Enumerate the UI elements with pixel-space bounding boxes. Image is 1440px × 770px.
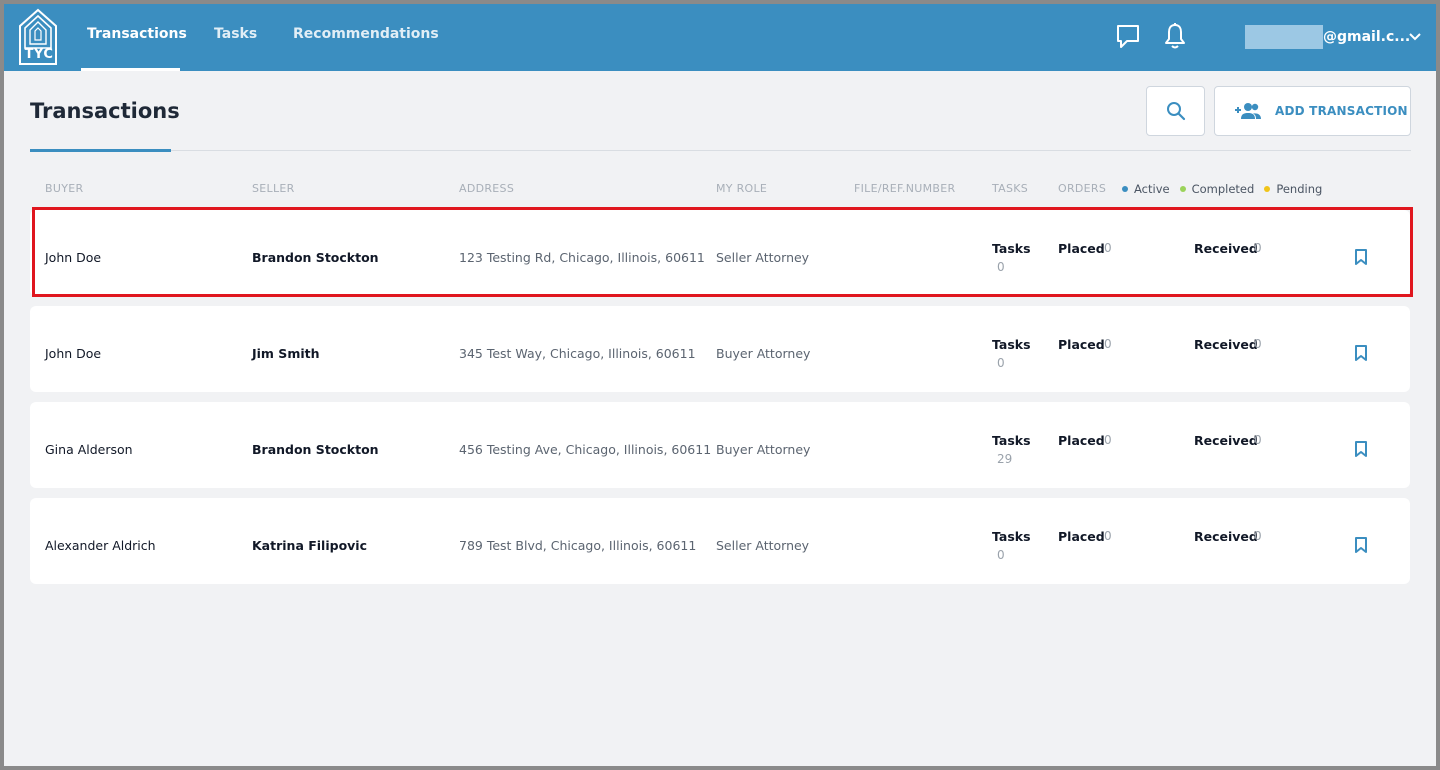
placed-label: Placed <box>1058 433 1105 448</box>
column-header-file-ref: FILE/REF.NUMBER <box>854 182 956 195</box>
logo-text: TYC <box>24 47 54 62</box>
buyer-name: Gina Alderson <box>45 442 133 457</box>
received-label: Received <box>1194 529 1258 544</box>
seller-name: Jim Smith <box>252 346 320 361</box>
property-address: 123 Testing Rd, Chicago, Illinois, 60611 <box>459 250 705 265</box>
active-tab-indicator <box>81 68 180 71</box>
legend-label: Pending <box>1276 182 1323 196</box>
column-header-orders: ORDERS <box>1058 182 1107 195</box>
transaction-row[interactable]: Gina Alderson Brandon Stockton 456 Testi… <box>30 402 1410 488</box>
header-divider <box>30 150 1411 151</box>
legend-item-pending: Pending <box>1264 182 1322 196</box>
chevron-down-icon[interactable] <box>1408 32 1422 42</box>
placed-label: Placed <box>1058 337 1105 352</box>
tasks-label: Tasks <box>992 433 1031 448</box>
received-count: 0 <box>1254 241 1262 255</box>
received-label: Received <box>1194 241 1258 256</box>
property-address: 456 Testing Ave, Chicago, Illinois, 6061… <box>459 442 712 457</box>
legend-item-active: Active <box>1122 182 1170 196</box>
top-navigation-bar: TYC Transactions Tasks Recommendations @… <box>4 4 1436 71</box>
active-dot-icon <box>1122 186 1128 192</box>
bookmark-icon[interactable] <box>1353 248 1369 266</box>
completed-dot-icon <box>1179 186 1186 192</box>
column-header-tasks: TASKS <box>992 182 1029 195</box>
property-address: 345 Test Way, Chicago, Illinois, 60611 <box>459 346 696 361</box>
my-role: Buyer Attorney <box>716 346 811 361</box>
chat-icon[interactable] <box>1115 22 1141 50</box>
transaction-row[interactable]: John Doe Brandon Stockton 123 Testing Rd… <box>30 210 1410 296</box>
bookmark-icon[interactable] <box>1353 344 1369 362</box>
placed-count: 0 <box>1104 337 1112 351</box>
column-header-buyer: BUYER <box>45 182 84 195</box>
received-count: 0 <box>1254 337 1262 351</box>
nav-tab-recommendations[interactable]: Recommendations <box>293 26 439 42</box>
tasks-count: 0 <box>997 260 1005 274</box>
search-icon <box>1166 102 1185 121</box>
tasks-count: 0 <box>997 548 1005 562</box>
column-header-seller: SELLER <box>252 182 295 195</box>
buyer-name: Alexander Aldrich <box>45 538 156 553</box>
pending-dot-icon <box>1264 186 1271 192</box>
column-header-address: ADDRESS <box>459 182 515 195</box>
property-address: 789 Test Blvd, Chicago, Illinois, 60611 <box>459 538 697 553</box>
transaction-row[interactable]: Alexander Aldrich Katrina Filipovic 789 … <box>30 498 1410 584</box>
bookmark-icon[interactable] <box>1353 440 1369 458</box>
tasks-count: 0 <box>997 356 1005 370</box>
placed-count: 0 <box>1104 241 1112 255</box>
buyer-name: John Doe <box>45 250 102 265</box>
tasks-label: Tasks <box>992 241 1031 256</box>
received-count: 0 <box>1254 433 1262 447</box>
legend-item-completed: Completed <box>1179 182 1255 196</box>
nav-tab-tasks[interactable]: Tasks <box>214 26 257 42</box>
placed-count: 0 <box>1104 433 1112 447</box>
seller-name: Katrina Filipovic <box>252 538 368 553</box>
user-account-menu[interactable]: @gmail.c... <box>1245 25 1410 49</box>
my-role: Seller Attorney <box>716 250 810 265</box>
page-title: Transactions <box>30 99 180 123</box>
transaction-row[interactable]: John Doe Jim Smith 345 Test Way, Chicago… <box>30 306 1410 392</box>
add-transaction-button[interactable]: ADD TRANSACTION <box>1214 86 1411 136</box>
search-button[interactable] <box>1146 86 1205 136</box>
redacted-email-part <box>1245 25 1323 49</box>
received-label: Received <box>1194 433 1258 448</box>
received-label: Received <box>1194 337 1258 352</box>
title-underline <box>30 149 171 152</box>
tasks-label: Tasks <box>992 529 1031 544</box>
nav-tab-transactions[interactable]: Transactions <box>87 26 187 42</box>
legend-label: Completed <box>1191 182 1255 196</box>
my-role: Seller Attorney <box>716 538 810 553</box>
add-user-icon <box>1235 103 1261 119</box>
app-window: TYC Transactions Tasks Recommendations @… <box>4 4 1436 766</box>
seller-name: Brandon Stockton <box>252 250 379 265</box>
placed-label: Placed <box>1058 241 1105 256</box>
status-legend: Active Completed Pending <box>1122 182 1332 196</box>
my-role: Buyer Attorney <box>716 442 811 457</box>
seller-name: Brandon Stockton <box>252 442 379 457</box>
bell-icon[interactable] <box>1162 22 1188 50</box>
add-transaction-label: ADD TRANSACTION <box>1275 104 1408 118</box>
placed-label: Placed <box>1058 529 1105 544</box>
tasks-label: Tasks <box>992 337 1031 352</box>
placed-count: 0 <box>1104 529 1112 543</box>
user-email: @gmail.c... <box>1323 29 1411 45</box>
tasks-count: 29 <box>997 452 1013 466</box>
buyer-name: John Doe <box>45 346 102 361</box>
column-header-role: MY ROLE <box>716 182 768 195</box>
bookmark-icon[interactable] <box>1353 536 1369 554</box>
received-count: 0 <box>1254 529 1262 543</box>
legend-label: Active <box>1134 182 1170 196</box>
